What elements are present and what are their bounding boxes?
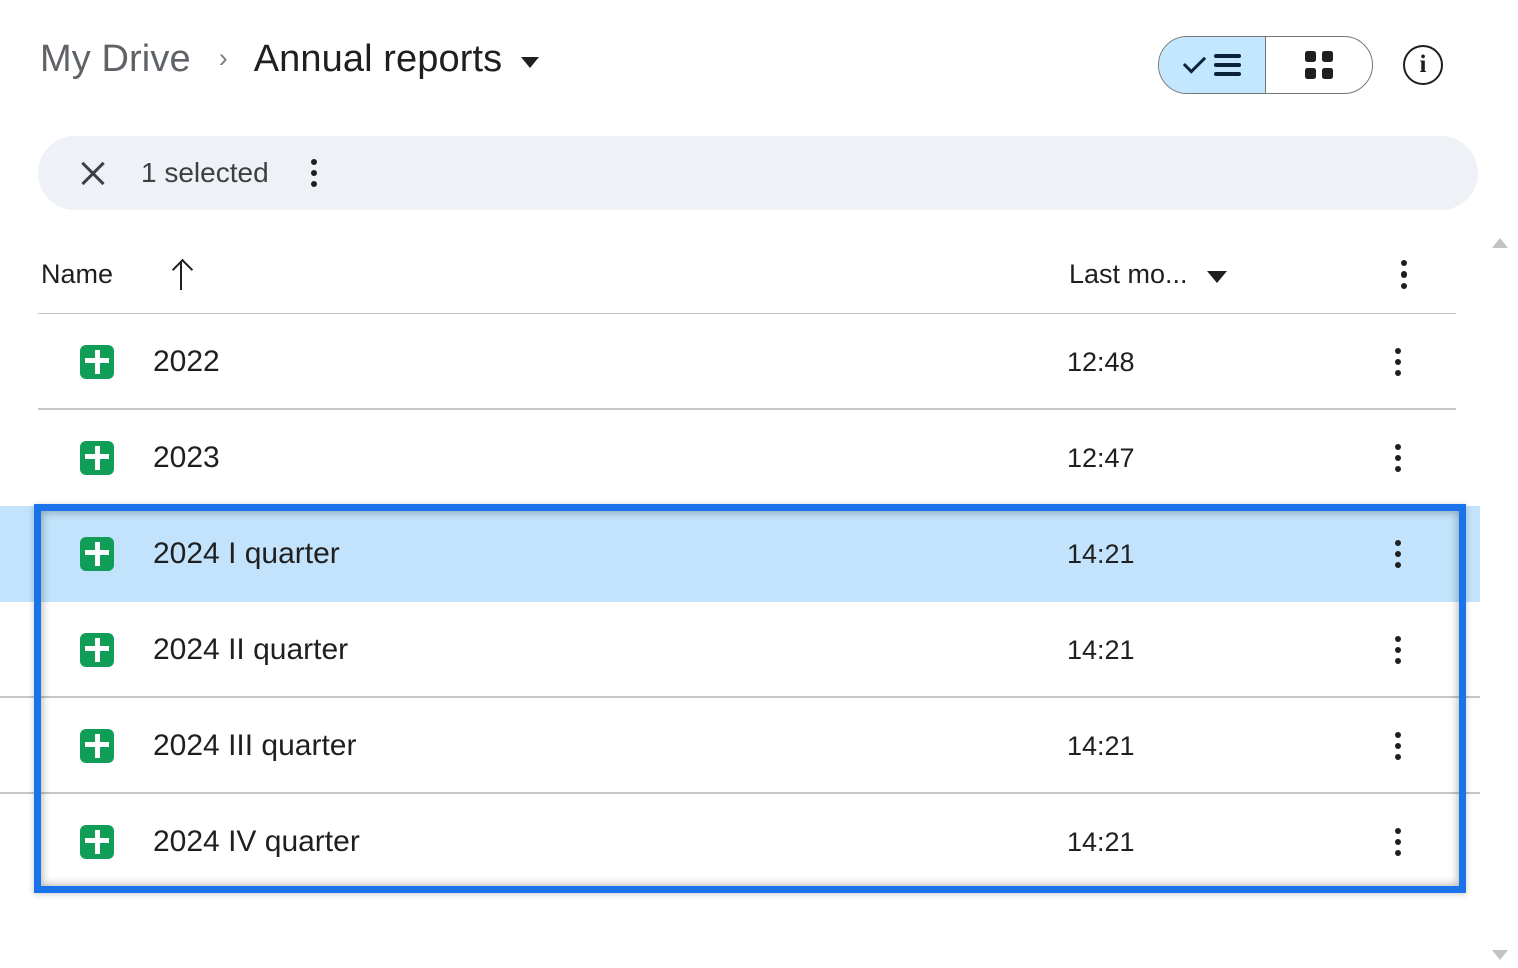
column-header-name[interactable]: Name [41,259,113,290]
column-header-last-modified-label: Last mo... [1069,259,1188,289]
grid-view-icon [1305,51,1333,79]
table-row[interactable]: 2022 12:48 [0,314,1518,410]
row-more-menu-icon[interactable] [1395,827,1402,857]
breadcrumb-root-link[interactable]: My Drive [40,38,191,81]
selection-more-menu-icon[interactable] [310,158,317,188]
tab-list-view[interactable] [1159,37,1265,93]
view-toggle-group[interactable] [1158,36,1373,94]
file-modified-time: 12:47 [1067,442,1135,473]
vertical-scrollbar[interactable] [1480,232,1518,968]
file-name: 2024 I quarter [153,537,340,570]
row-more-menu-icon[interactable] [1395,635,1402,665]
breadcrumb: My Drive › Annual reports [40,38,540,81]
column-options-menu-icon[interactable] [1401,260,1408,289]
file-name: 2023 [153,441,220,474]
file-modified-time: 14:21 [1067,538,1135,569]
breadcrumb-current-folder[interactable]: Annual reports [254,38,503,81]
row-more-menu-icon[interactable] [1395,443,1402,473]
file-name: 2024 IV quarter [153,825,360,858]
file-name: 2024 II quarter [153,633,349,666]
google-sheets-icon [80,345,114,379]
info-icon[interactable]: i [1403,45,1443,85]
table-row[interactable]: 2023 12:47 [0,410,1518,506]
file-name: 2024 III quarter [153,729,357,762]
table-column-headers: Name Last mo... [38,236,1456,314]
table-row[interactable]: 2024 IV quarter 14:21 [0,794,1518,890]
google-sheets-icon [80,537,114,571]
file-modified-time: 14:21 [1067,826,1135,857]
google-sheets-icon [80,729,114,763]
file-rows: 2022 12:48 2023 12:47 2024 I quarter 14:… [0,314,1518,890]
check-icon [1182,50,1206,74]
file-name: 2022 [153,345,220,378]
list-view-icon [1213,53,1241,77]
close-icon[interactable] [76,156,110,190]
table-row-selected[interactable]: 2024 I quarter 14:21 [0,506,1518,602]
scroll-down-arrow-icon[interactable] [1492,950,1508,960]
file-modified-time: 12:48 [1067,346,1135,377]
google-sheets-icon [80,633,114,667]
row-more-menu-icon[interactable] [1395,731,1402,761]
table-row[interactable]: 2024 III quarter 14:21 [0,698,1518,794]
table-row[interactable]: 2024 II quarter 14:21 [0,602,1518,698]
chevron-down-icon[interactable] [521,57,540,68]
file-list-table: Name Last mo... 2022 12:48 2023 12:47 20… [0,236,1518,890]
row-more-menu-icon[interactable] [1395,539,1402,569]
chevron-right-icon: › [218,42,228,73]
chevron-down-icon [1206,270,1227,283]
column-header-last-modified[interactable]: Last mo... [1069,259,1227,290]
sort-ascending-icon[interactable] [170,260,192,290]
tab-grid-view[interactable] [1265,37,1372,93]
selection-count-label: 1 selected [141,157,269,188]
file-modified-time: 14:21 [1067,730,1135,761]
info-icon-glyph: i [1419,51,1427,78]
google-sheets-icon [80,441,114,475]
selection-toolbar: 1 selected [38,136,1478,210]
scroll-up-arrow-icon[interactable] [1492,238,1508,248]
google-sheets-icon [80,825,114,859]
row-more-menu-icon[interactable] [1395,347,1402,377]
file-modified-time: 14:21 [1067,634,1135,665]
page-header: My Drive › Annual reports i [0,0,1518,122]
